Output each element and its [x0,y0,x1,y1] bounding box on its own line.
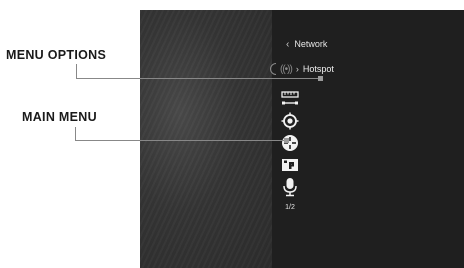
camera-view [140,10,272,268]
reticle-icon[interactable] [279,132,301,154]
main-menu-leader-line [75,127,76,140]
ruler-icon[interactable] [279,88,301,110]
main-menu-leader-line [75,140,286,141]
main-menu-icons: 1/2 [279,88,301,211]
camera-picture-icon[interactable] [279,154,301,176]
menu-options-leader-line [76,64,77,78]
back-label: Network [294,39,328,49]
chevron-left-icon: ‹ [286,38,290,50]
device-screen: ‹ Network ((•)) › Hotspot 1/2 [140,10,464,268]
crosshair-target-icon[interactable] [279,110,301,132]
partial-menu-icon [270,63,276,75]
menu-options-callout: MENU OPTIONS [6,48,107,62]
menu-options-leader-dot [318,76,323,81]
wifi-broadcast-icon: ((•)) [280,63,293,75]
main-menu-callout: MAIN MENU [22,110,97,124]
main-menu-leader-dot [284,138,289,143]
menu-options-leader-line [76,78,320,79]
menu-option-hotspot[interactable]: ((•)) › Hotspot [270,62,334,76]
hotspot-label: Hotspot [302,64,334,74]
chevron-right-icon: › [295,64,299,74]
microphone-icon[interactable] [279,176,301,198]
page-indicator: 1/2 [285,204,295,211]
back-network-button[interactable]: ‹ Network [286,37,327,51]
